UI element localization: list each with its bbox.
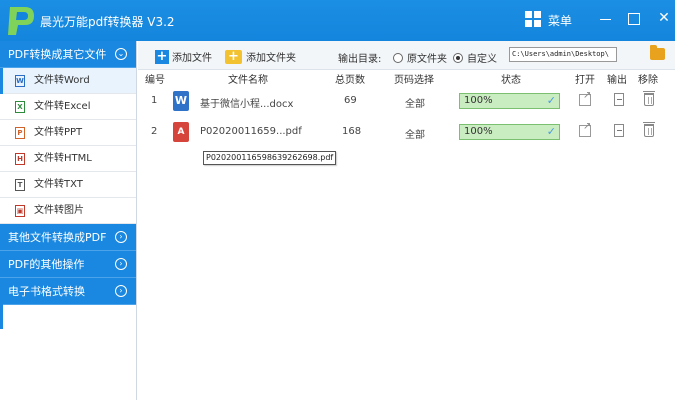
close-button[interactable]: ✕ (656, 10, 672, 26)
row-page-range[interactable]: 全部 (405, 126, 425, 141)
sidebar-section-pdf-other-ops[interactable]: PDF的其他操作 › (0, 251, 136, 278)
output-path-field[interactable]: C:\Users\admin\Desktop\ (509, 47, 617, 62)
image-file-icon: ▣ (15, 205, 25, 217)
sidebar-section-other-to-pdf[interactable]: 其他文件转换成PDF › (0, 224, 136, 251)
minimize-button[interactable] (598, 10, 614, 26)
header-index: 编号 (145, 75, 165, 86)
sidebar-item-label: 文件转图片 (34, 205, 84, 216)
check-icon: ✓ (546, 94, 556, 107)
sidebar: PDF转换成其它文件 ⌄ W 文件转Word X 文件转Excel P 文件转P… (0, 41, 137, 400)
radio-dot (393, 52, 403, 63)
radio-custom-folder[interactable]: 自定义 (453, 50, 497, 65)
sidebar-item-label: 文件转TXT (34, 179, 83, 190)
progress-text: 100% (464, 95, 493, 106)
sidebar-item-to-image[interactable]: ▣ 文件转图片 (0, 198, 136, 224)
sidebar-item-to-html[interactable]: H 文件转HTML (0, 146, 136, 172)
menu-button[interactable]: 菜单 (548, 12, 572, 29)
sidebar-item-label: 文件转PPT (34, 127, 83, 138)
header-pages: 总页数 (335, 75, 365, 86)
sidebar-item-to-excel[interactable]: X 文件转Excel (0, 94, 136, 120)
header-open: 打开 (575, 75, 595, 86)
ppt-file-icon: P (15, 127, 25, 139)
table-header: 编号 文件名称 总页数 页码选择 状态 打开 输出 移除 (138, 70, 675, 86)
add-folder-button[interactable]: + 添加文件夹 (225, 49, 296, 64)
trash-icon[interactable] (643, 91, 655, 106)
sidebar-section-label: 其他文件转换成PDF (8, 231, 107, 244)
browse-folder-icon[interactable] (650, 45, 665, 60)
row-page-range[interactable]: 全部 (405, 95, 425, 110)
header-remove: 移除 (638, 75, 658, 86)
row-pages: 168 (342, 126, 362, 137)
sidebar-section-ebook-convert[interactable]: 电子书格式转换 › (0, 278, 136, 305)
sidebar-accent-bar (0, 299, 3, 329)
excel-file-icon: X (15, 101, 25, 113)
row-progress-bar: 100% ✓ (459, 124, 560, 140)
radio-original-folder[interactable]: 原文件夹 (393, 50, 447, 65)
progress-text: 100% (464, 126, 493, 137)
title-bar: 晨光万能pdf转换器 V3.2 菜单 ✕ (0, 0, 675, 41)
open-file-icon[interactable] (579, 90, 591, 106)
radio-label: 自定义 (467, 54, 497, 65)
table-row[interactable]: 1 W 基于微信小程...docx 69 全部 100% ✓ (138, 85, 675, 118)
header-status: 状态 (501, 75, 521, 86)
txt-file-icon: T (15, 179, 25, 191)
header-range: 页码选择 (394, 75, 434, 86)
chevron-right-icon: › (115, 258, 127, 270)
chevron-right-icon: › (115, 285, 127, 297)
sidebar-item-to-word[interactable]: W 文件转Word (0, 68, 136, 94)
sidebar-section-label: PDF的其他操作 (8, 258, 85, 271)
row-index: 1 (151, 95, 158, 106)
chevron-down-icon: ⌄ (115, 48, 127, 60)
sidebar-item-label: 文件转HTML (34, 153, 92, 164)
radio-dot-selected (453, 52, 463, 63)
table-row[interactable]: 2 A P02020011659...pdf 168 全部 100% ✓ (138, 116, 675, 149)
html-file-icon: H (15, 153, 25, 165)
row-index: 2 (151, 126, 158, 137)
row-pages: 69 (344, 95, 357, 106)
check-icon: ✓ (546, 125, 556, 138)
sidebar-section-label: 电子书格式转换 (8, 285, 85, 298)
add-folder-label: 添加文件夹 (246, 53, 296, 64)
chevron-right-icon: › (115, 231, 127, 243)
trash-icon[interactable] (643, 122, 655, 137)
word-file-icon: W (15, 75, 25, 87)
toolbar: + 添加文件 + 添加文件夹 输出目录: 原文件夹 自定义 C:\Users\a… (138, 41, 675, 70)
app-title: 晨光万能pdf转换器 V3.2 (40, 15, 175, 29)
row-file-name: P02020011659...pdf (200, 126, 302, 137)
header-export: 输出 (607, 75, 627, 86)
header-name: 文件名称 (228, 75, 268, 86)
open-file-icon[interactable] (579, 121, 591, 137)
sidebar-item-label: 文件转Word (34, 75, 90, 86)
add-file-label: 添加文件 (172, 53, 212, 64)
filename-tooltip: P020200116598639262698.pdf (203, 151, 337, 165)
pdf-file-icon: A (173, 122, 189, 142)
sidebar-section-label: PDF转换成其它文件 (8, 48, 107, 61)
plus-icon: + (155, 48, 169, 64)
sidebar-item-label: 文件转Excel (34, 101, 91, 112)
maximize-button[interactable] (626, 10, 642, 26)
add-file-button[interactable]: + 添加文件 (155, 49, 212, 64)
export-icon[interactable] (614, 93, 624, 106)
output-dir-label: 输出目录: (338, 54, 382, 65)
word-file-icon: W (173, 91, 189, 111)
row-progress-bar: 100% ✓ (459, 93, 560, 109)
row-file-name: 基于微信小程...docx (200, 99, 294, 110)
app-logo-icon (8, 7, 34, 35)
sidebar-item-to-ppt[interactable]: P 文件转PPT (0, 120, 136, 146)
folder-plus-icon: + (225, 49, 242, 64)
export-icon[interactable] (614, 124, 624, 137)
sidebar-section-pdf-to-other[interactable]: PDF转换成其它文件 ⌄ (0, 41, 136, 68)
radio-label: 原文件夹 (407, 54, 447, 65)
menu-grid-icon[interactable] (525, 11, 541, 27)
sidebar-item-to-txt[interactable]: T 文件转TXT (0, 172, 136, 198)
